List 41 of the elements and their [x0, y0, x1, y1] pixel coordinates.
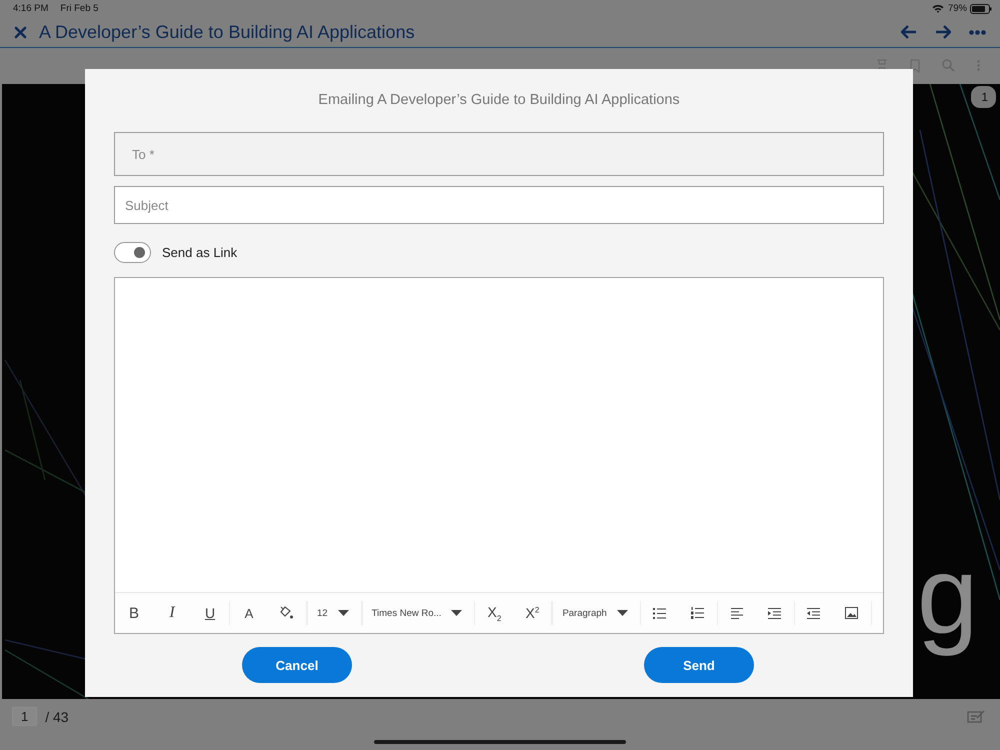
to-field[interactable]: To *: [114, 132, 884, 176]
send-as-link-toggle[interactable]: [114, 242, 151, 263]
page-total: / 43: [45, 708, 69, 725]
dropdown[interactable]: Times New Ro...: [362, 601, 476, 625]
subject-field[interactable]: Subject: [114, 186, 884, 224]
paint-bucket-icon[interactable]: [280, 606, 294, 620]
italic-button[interactable]: I: [153, 593, 191, 633]
font-color-button[interactable]: A: [230, 593, 268, 633]
status-date: Fri Feb 5: [60, 3, 98, 14]
dropdown[interactable]: 12: [307, 601, 362, 625]
page-text: g: [917, 532, 978, 659]
bulleted-list-icon[interactable]: [653, 608, 666, 618]
caret-icon: [616, 610, 628, 616]
script-button[interactable]: X$^{2}$: [513, 593, 552, 633]
page-number-field[interactable]: 1: [12, 707, 38, 726]
outdent-icon[interactable]: [807, 608, 820, 618]
back-arrow-icon[interactable]: [901, 25, 917, 40]
battery-icon: [970, 4, 992, 14]
toggle-label: Send as Link: [162, 245, 238, 260]
caret-icon: [338, 610, 349, 616]
dropdown[interactable]: Paragraph: [552, 601, 641, 625]
align-left-icon[interactable]: [730, 608, 743, 618]
numbered-list-icon[interactable]: [691, 607, 704, 619]
bookmark-icon[interactable]: [910, 58, 920, 73]
script-button[interactable]: X$_{2}$: [475, 593, 514, 633]
dialog-title: Emailing A Developer’s Guide to Building AI Applications: [317, 92, 681, 110]
image-icon[interactable]: [845, 607, 858, 619]
bold-button[interactable]: B: [115, 593, 153, 633]
document-title: A Developer’s Guide to Building AI Applications: [39, 22, 416, 43]
underline-button[interactable]: U: [191, 593, 229, 633]
indent-icon[interactable]: [768, 608, 782, 618]
message-editor[interactable]: B I U A 12 Times New Ro... X$_{2}$ X$^{2}$ Paragraph: [114, 277, 884, 634]
status-time: 4:16 PM: [13, 3, 48, 14]
battery-percent: 79%: [948, 3, 967, 14]
more-icon[interactable]: [969, 30, 986, 35]
wifi-icon: [932, 4, 944, 14]
cancel-button[interactable]: Cancel: [242, 647, 352, 683]
close-icon[interactable]: [14, 26, 27, 39]
caret-icon: [451, 610, 462, 616]
send-button[interactable]: Send: [644, 647, 754, 683]
forward-arrow-icon[interactable]: [935, 25, 951, 40]
